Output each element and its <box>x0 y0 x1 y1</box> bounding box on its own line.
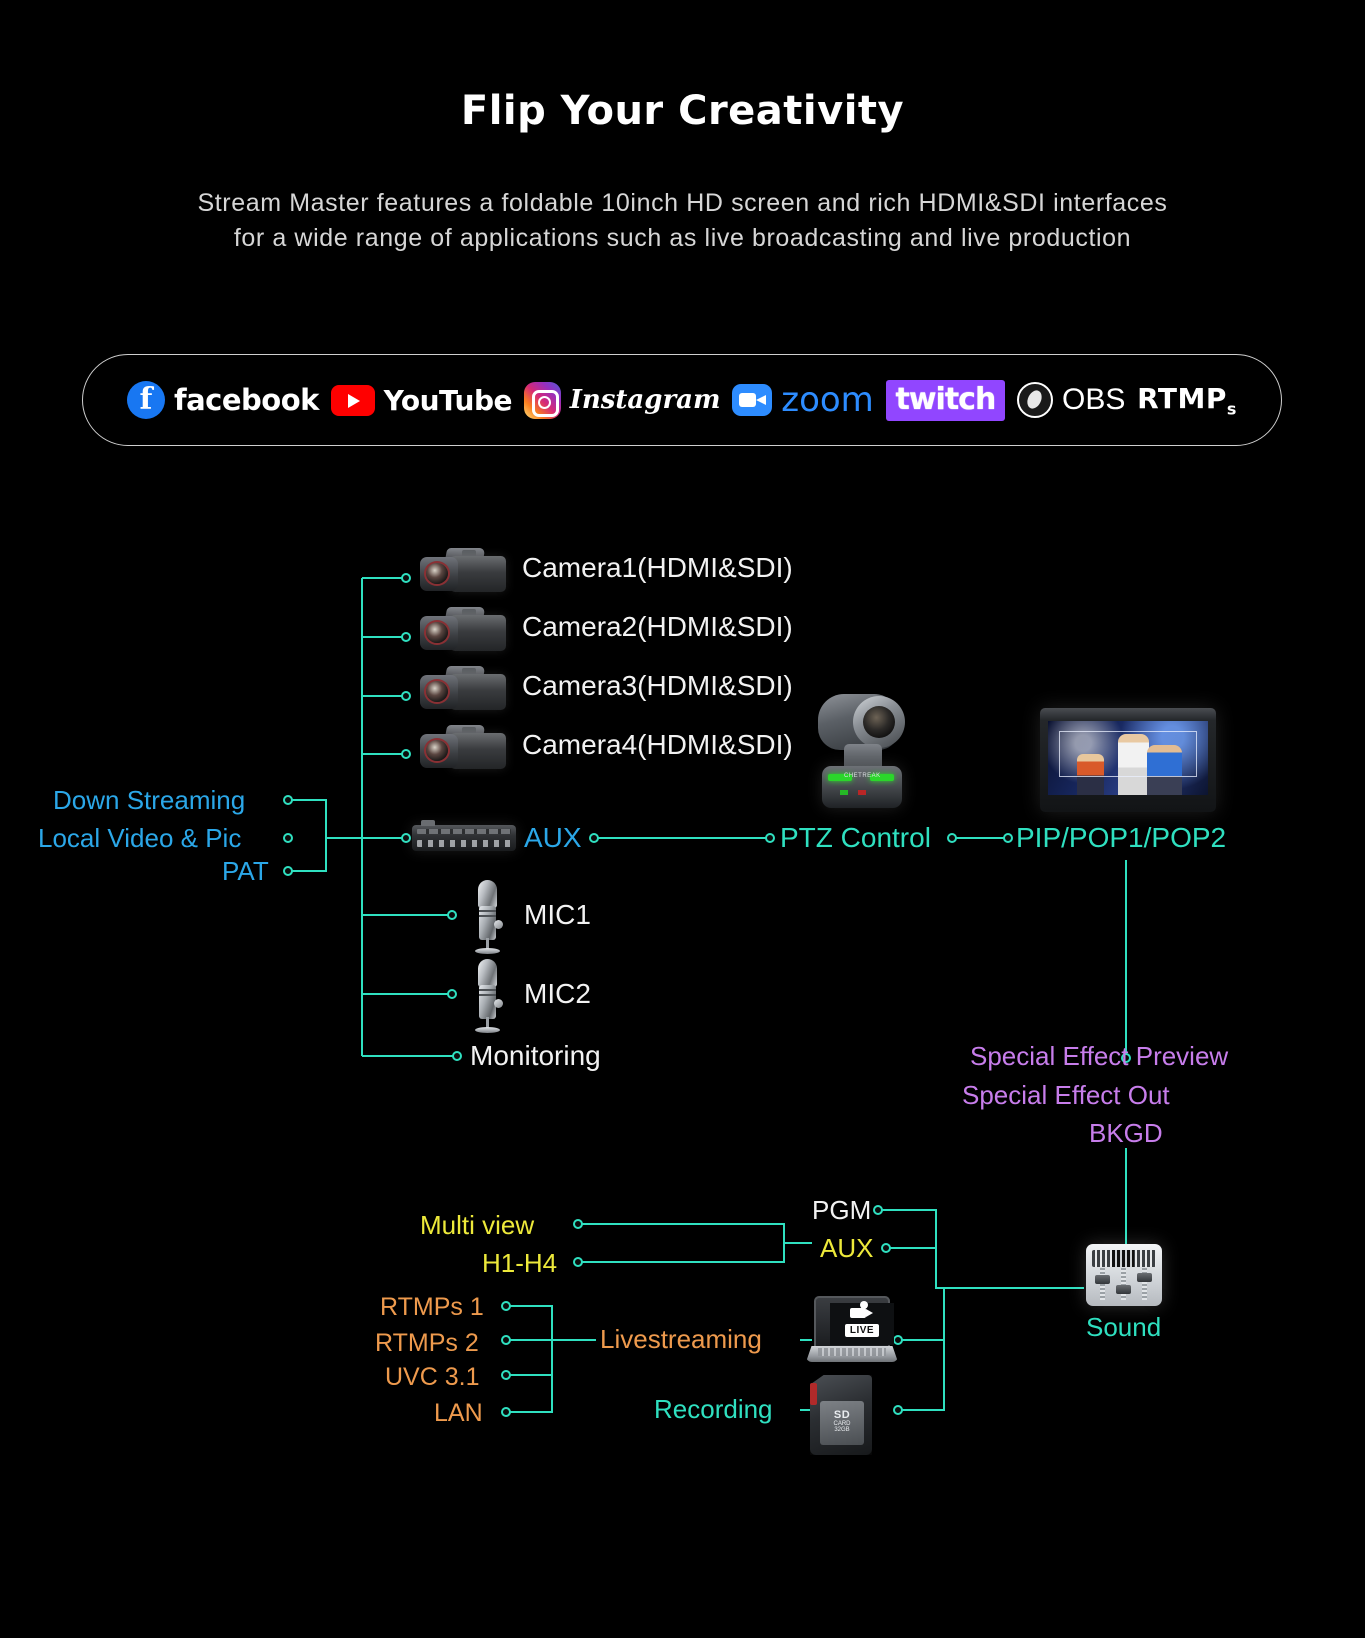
instagram-label: Instagram <box>569 385 721 415</box>
camera-1-label: Camera1(HDMI&SDI) <box>522 552 793 583</box>
facebook-icon <box>127 381 165 419</box>
camera-3-image <box>420 666 508 718</box>
platform-obs[interactable]: OBS <box>1017 382 1125 418</box>
aux-output-label: AUX <box>820 1233 874 1263</box>
pgm-label: PGM <box>812 1195 872 1225</box>
twitch-label: twitch <box>885 379 1006 421</box>
source-pat-label: PAT <box>222 856 269 886</box>
platform-facebook[interactable]: facebook <box>127 381 319 419</box>
platform-instagram[interactable]: Instagram <box>523 381 721 419</box>
preview-monitor-image <box>1040 708 1216 812</box>
rtmps-label: RTMPs <box>1137 382 1237 419</box>
camera-2-label: Camera2(HDMI&SDI) <box>522 611 793 642</box>
livestreaming-label: Livestreaming <box>600 1324 762 1354</box>
obs-icon <box>1017 382 1054 418</box>
livestream-laptop-image: LIVE <box>806 1296 898 1366</box>
source-local-video-pic-label: Local Video & Pic <box>38 823 242 853</box>
slide-root: Flip Your Creativity Stream Master featu… <box>0 0 1365 1638</box>
rtmps-1-label: RTMPs 1 <box>380 1293 484 1321</box>
platform-logo-bar: facebook YouTube Instagram zoom twitch O… <box>82 354 1282 446</box>
rtmps-subscript: s <box>1226 399 1237 419</box>
ptz-camera-image: CHETREAK <box>806 690 916 812</box>
camera-4-label: Camera4(HDMI&SDI) <box>522 729 793 760</box>
sound-label: Sound <box>1086 1312 1162 1342</box>
subtitle-line-2: for a wide range of applications such as… <box>233 224 1132 252</box>
instagram-camera-icon <box>523 381 561 419</box>
recording-label: Recording <box>654 1394 773 1424</box>
aux-switcher-image <box>412 820 516 851</box>
camera-3-label: Camera3(HDMI&SDI) <box>522 670 793 701</box>
youtube-play-icon <box>330 384 375 416</box>
youtube-label: YouTube <box>383 383 513 417</box>
platform-youtube[interactable]: YouTube <box>330 383 513 417</box>
facebook-label: facebook <box>174 383 319 417</box>
zoom-label: zoom <box>781 380 874 420</box>
special-effect-out-label: Special Effect Out <box>962 1080 1170 1110</box>
sd-card-image: SD CARD 32GB <box>810 1375 872 1455</box>
ptz-control-label: PTZ Control <box>780 822 931 853</box>
sound-mixer-image <box>1086 1244 1162 1306</box>
camera-1-image <box>420 548 508 600</box>
mic-2-label: MIC2 <box>524 978 591 1009</box>
subtitle-line-1: Stream Master features a foldable 10inch… <box>197 189 1168 217</box>
mic-1-label: MIC1 <box>524 899 591 930</box>
live-badge: LIVE <box>844 1323 880 1337</box>
h1-h4-label: H1-H4 <box>482 1248 558 1278</box>
rtmps-text: RTMP <box>1137 381 1227 415</box>
pip-pop-label: PIP/POP1/POP2 <box>1016 822 1227 853</box>
bkgd-label: BKGD <box>1089 1118 1163 1148</box>
mic-2-image <box>470 959 504 1033</box>
mic-1-image <box>470 880 504 954</box>
multi-view-label: Multi view <box>420 1210 535 1240</box>
special-effect-preview-label: Special Effect Preview <box>970 1041 1229 1071</box>
camera-2-image <box>420 607 508 659</box>
monitoring-label: Monitoring <box>470 1040 601 1071</box>
page-subtitle: Stream Master features a foldable 10inch… <box>0 186 1365 256</box>
uvc-31-label: UVC 3.1 <box>385 1363 480 1391</box>
sd-capacity: 32GB <box>834 1427 850 1433</box>
page-title: Flip Your Creativity <box>460 88 905 134</box>
platform-twitch[interactable]: twitch <box>885 379 1006 421</box>
obs-label: OBS <box>1062 383 1126 416</box>
lan-label: LAN <box>434 1399 483 1427</box>
platform-zoom[interactable]: zoom <box>732 380 874 420</box>
sd-label: SD <box>833 1409 851 1421</box>
aux-input-label: AUX <box>524 822 582 853</box>
camera-4-image <box>420 725 508 777</box>
source-down-streaming-label: Down Streaming <box>53 785 246 815</box>
zoom-video-icon <box>732 384 773 416</box>
rtmps-2-label: RTMPs 2 <box>375 1329 479 1357</box>
platform-rtmps[interactable]: RTMPs <box>1137 382 1237 419</box>
